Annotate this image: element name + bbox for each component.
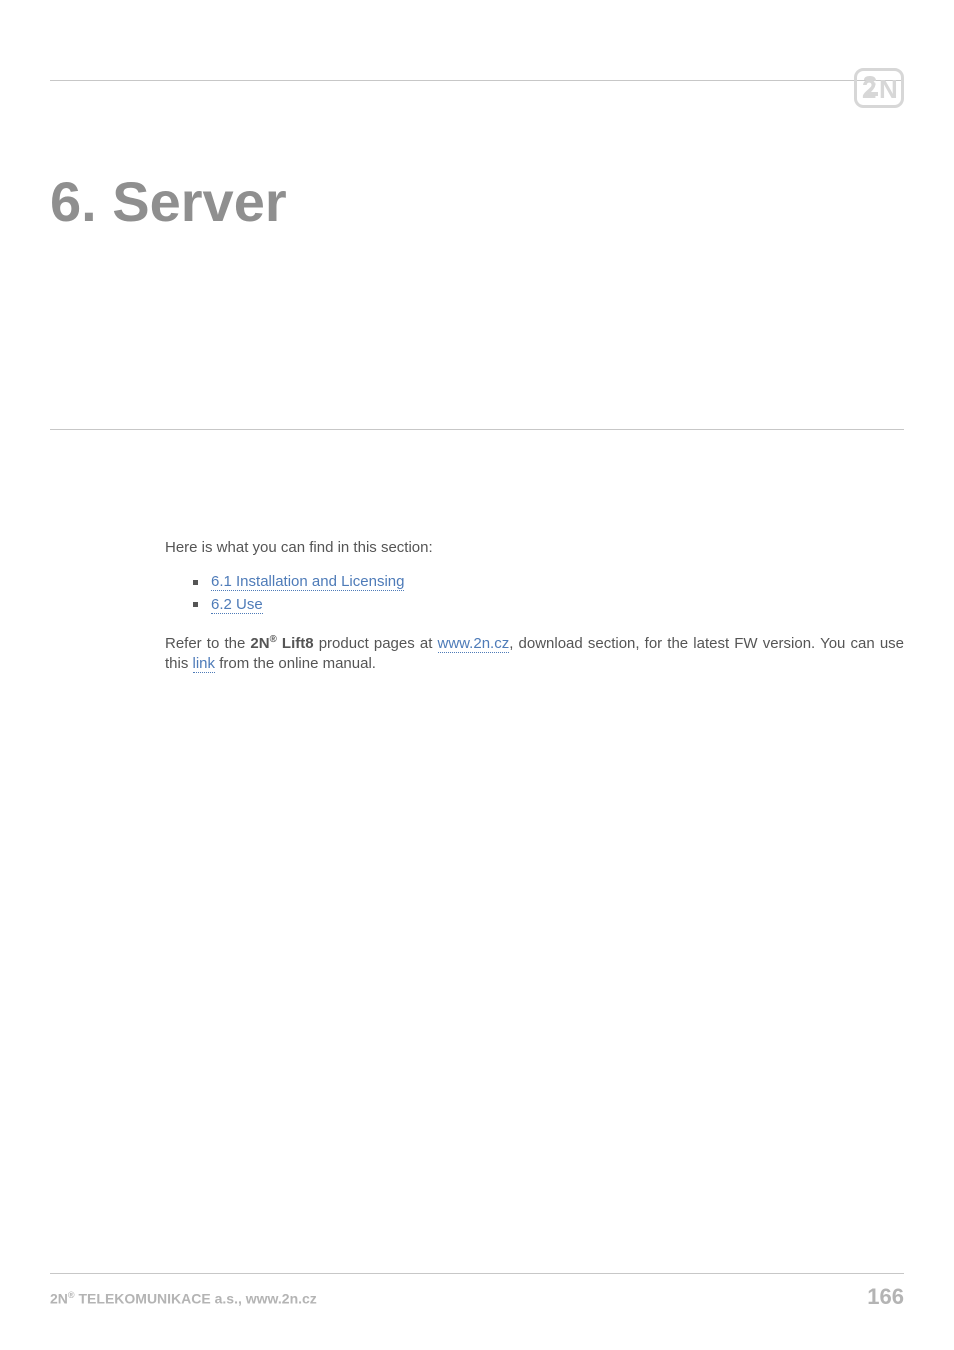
svg-text:N: N: [879, 74, 898, 104]
section-link-use[interactable]: 6.2 Use: [211, 596, 263, 614]
content-block: Here is what you can find in this sectio…: [50, 430, 904, 674]
list-item: 6.1 Installation and Licensing: [193, 572, 904, 592]
intro-text: Here is what you can find in this sectio…: [165, 538, 904, 558]
refer-text-end: from the online manual.: [215, 655, 376, 672]
refer-text-pre: Refer to the: [165, 635, 250, 652]
brand-logo-icon: 2 N: [854, 68, 904, 108]
refer-text-mid1: product pages at: [314, 635, 438, 652]
page-footer: 2N® TELEKOMUNIKACE a.s., www.2n.cz 166: [50, 1273, 904, 1310]
page-title: 6. Server: [50, 81, 904, 234]
registered-icon: ®: [270, 634, 277, 645]
section-link-list: 6.1 Installation and Licensing 6.2 Use: [193, 572, 904, 615]
footer-company-post: TELEKOMUNIKACE a.s., www.2n.cz: [75, 1291, 317, 1307]
registered-icon: ®: [68, 1290, 75, 1300]
brand-name: 2N: [250, 635, 269, 652]
download-link[interactable]: link: [193, 655, 216, 673]
header-area: 2 N: [50, 80, 904, 81]
brand-product: Lift8: [277, 635, 314, 652]
svg-text:2: 2: [862, 74, 876, 104]
top-divider: [50, 80, 904, 81]
footer-company: 2N® TELEKOMUNIKACE a.s., www.2n.cz: [50, 1290, 317, 1307]
refer-paragraph: Refer to the 2N® Lift8 product pages at …: [165, 633, 904, 675]
list-item: 6.2 Use: [193, 595, 904, 615]
footer-company-pre: 2N: [50, 1291, 68, 1307]
page-container: 2 N 6. Server Here is what you can find …: [0, 0, 954, 1350]
website-link[interactable]: www.2n.cz: [438, 635, 510, 653]
page-number: 166: [867, 1284, 904, 1310]
section-link-install-licensing[interactable]: 6.1 Installation and Licensing: [211, 573, 404, 591]
